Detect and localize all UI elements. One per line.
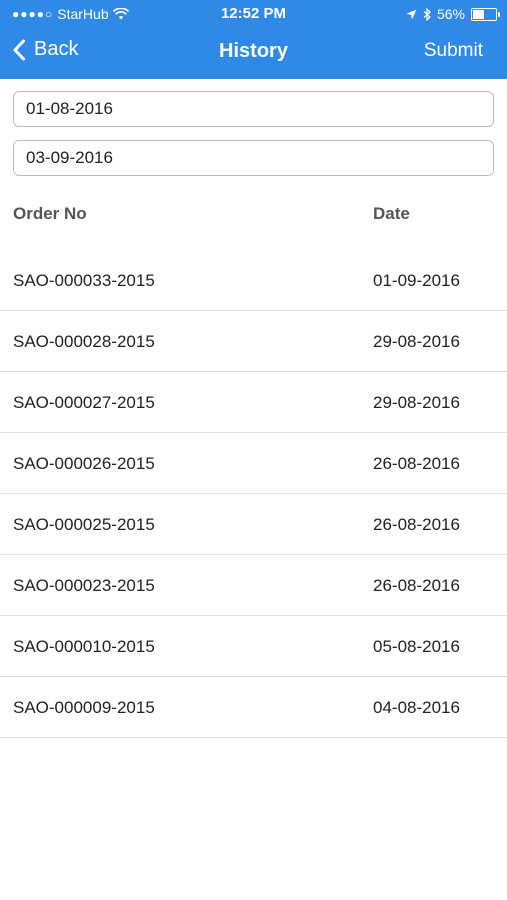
order-row[interactable]: SAO-000010-2015 05-08-2016 [0,616,507,677]
order-date: 29-08-2016 [373,393,460,412]
order-row[interactable]: SAO-000009-2015 04-08-2016 [0,677,507,738]
order-number: SAO-000033-2015 [13,271,155,290]
bluetooth-icon [423,7,431,21]
battery-percent: 56% [436,6,465,22]
from-date-field[interactable]: 01-08-2016 [13,91,494,127]
order-number: SAO-000028-2015 [13,332,155,351]
order-date: 29-08-2016 [373,332,460,351]
order-row[interactable]: SAO-000025-2015 26-08-2016 [0,494,507,555]
order-date: 05-08-2016 [373,637,460,656]
battery-icon [471,7,500,21]
submit-button[interactable]: Submit [424,40,483,62]
order-no-header: Order No [13,204,87,223]
order-date: 26-08-2016 [373,515,460,534]
order-date: 01-09-2016 [373,271,460,290]
order-row[interactable]: SAO-000028-2015 29-08-2016 [0,311,507,372]
order-number: SAO-000010-2015 [13,637,155,656]
status-icons: 56% [406,6,500,22]
status-bar: ●●●●○ StarHub 12:52 PM 56% [0,0,507,28]
location-arrow-icon [406,9,417,19]
navigation-bar: Back History Submit [0,28,507,79]
order-row[interactable]: SAO-000027-2015 29-08-2016 [0,372,507,433]
order-date: 26-08-2016 [373,454,460,473]
order-row[interactable]: SAO-000026-2015 26-08-2016 [0,433,507,494]
battery-fill [473,9,484,19]
order-number: SAO-000025-2015 [13,515,155,534]
order-row[interactable]: SAO-000023-2015 26-08-2016 [0,555,507,616]
order-list: SAO-000033-2015 01-09-2016 SAO-000028-20… [0,250,507,738]
order-number: SAO-000023-2015 [13,576,155,595]
top-bar: ●●●●○ StarHub 12:52 PM 56% Back History … [0,0,507,79]
to-date-field[interactable]: 03-09-2016 [13,140,494,176]
order-number: SAO-000009-2015 [13,698,155,717]
order-number: SAO-000027-2015 [13,393,155,412]
date-header: Date [373,204,410,223]
order-date: 04-08-2016 [373,698,460,717]
table-header: Order No Date [0,200,507,230]
order-row[interactable]: SAO-000033-2015 01-09-2016 [0,250,507,311]
order-date: 26-08-2016 [373,576,460,595]
order-number: SAO-000026-2015 [13,454,155,473]
